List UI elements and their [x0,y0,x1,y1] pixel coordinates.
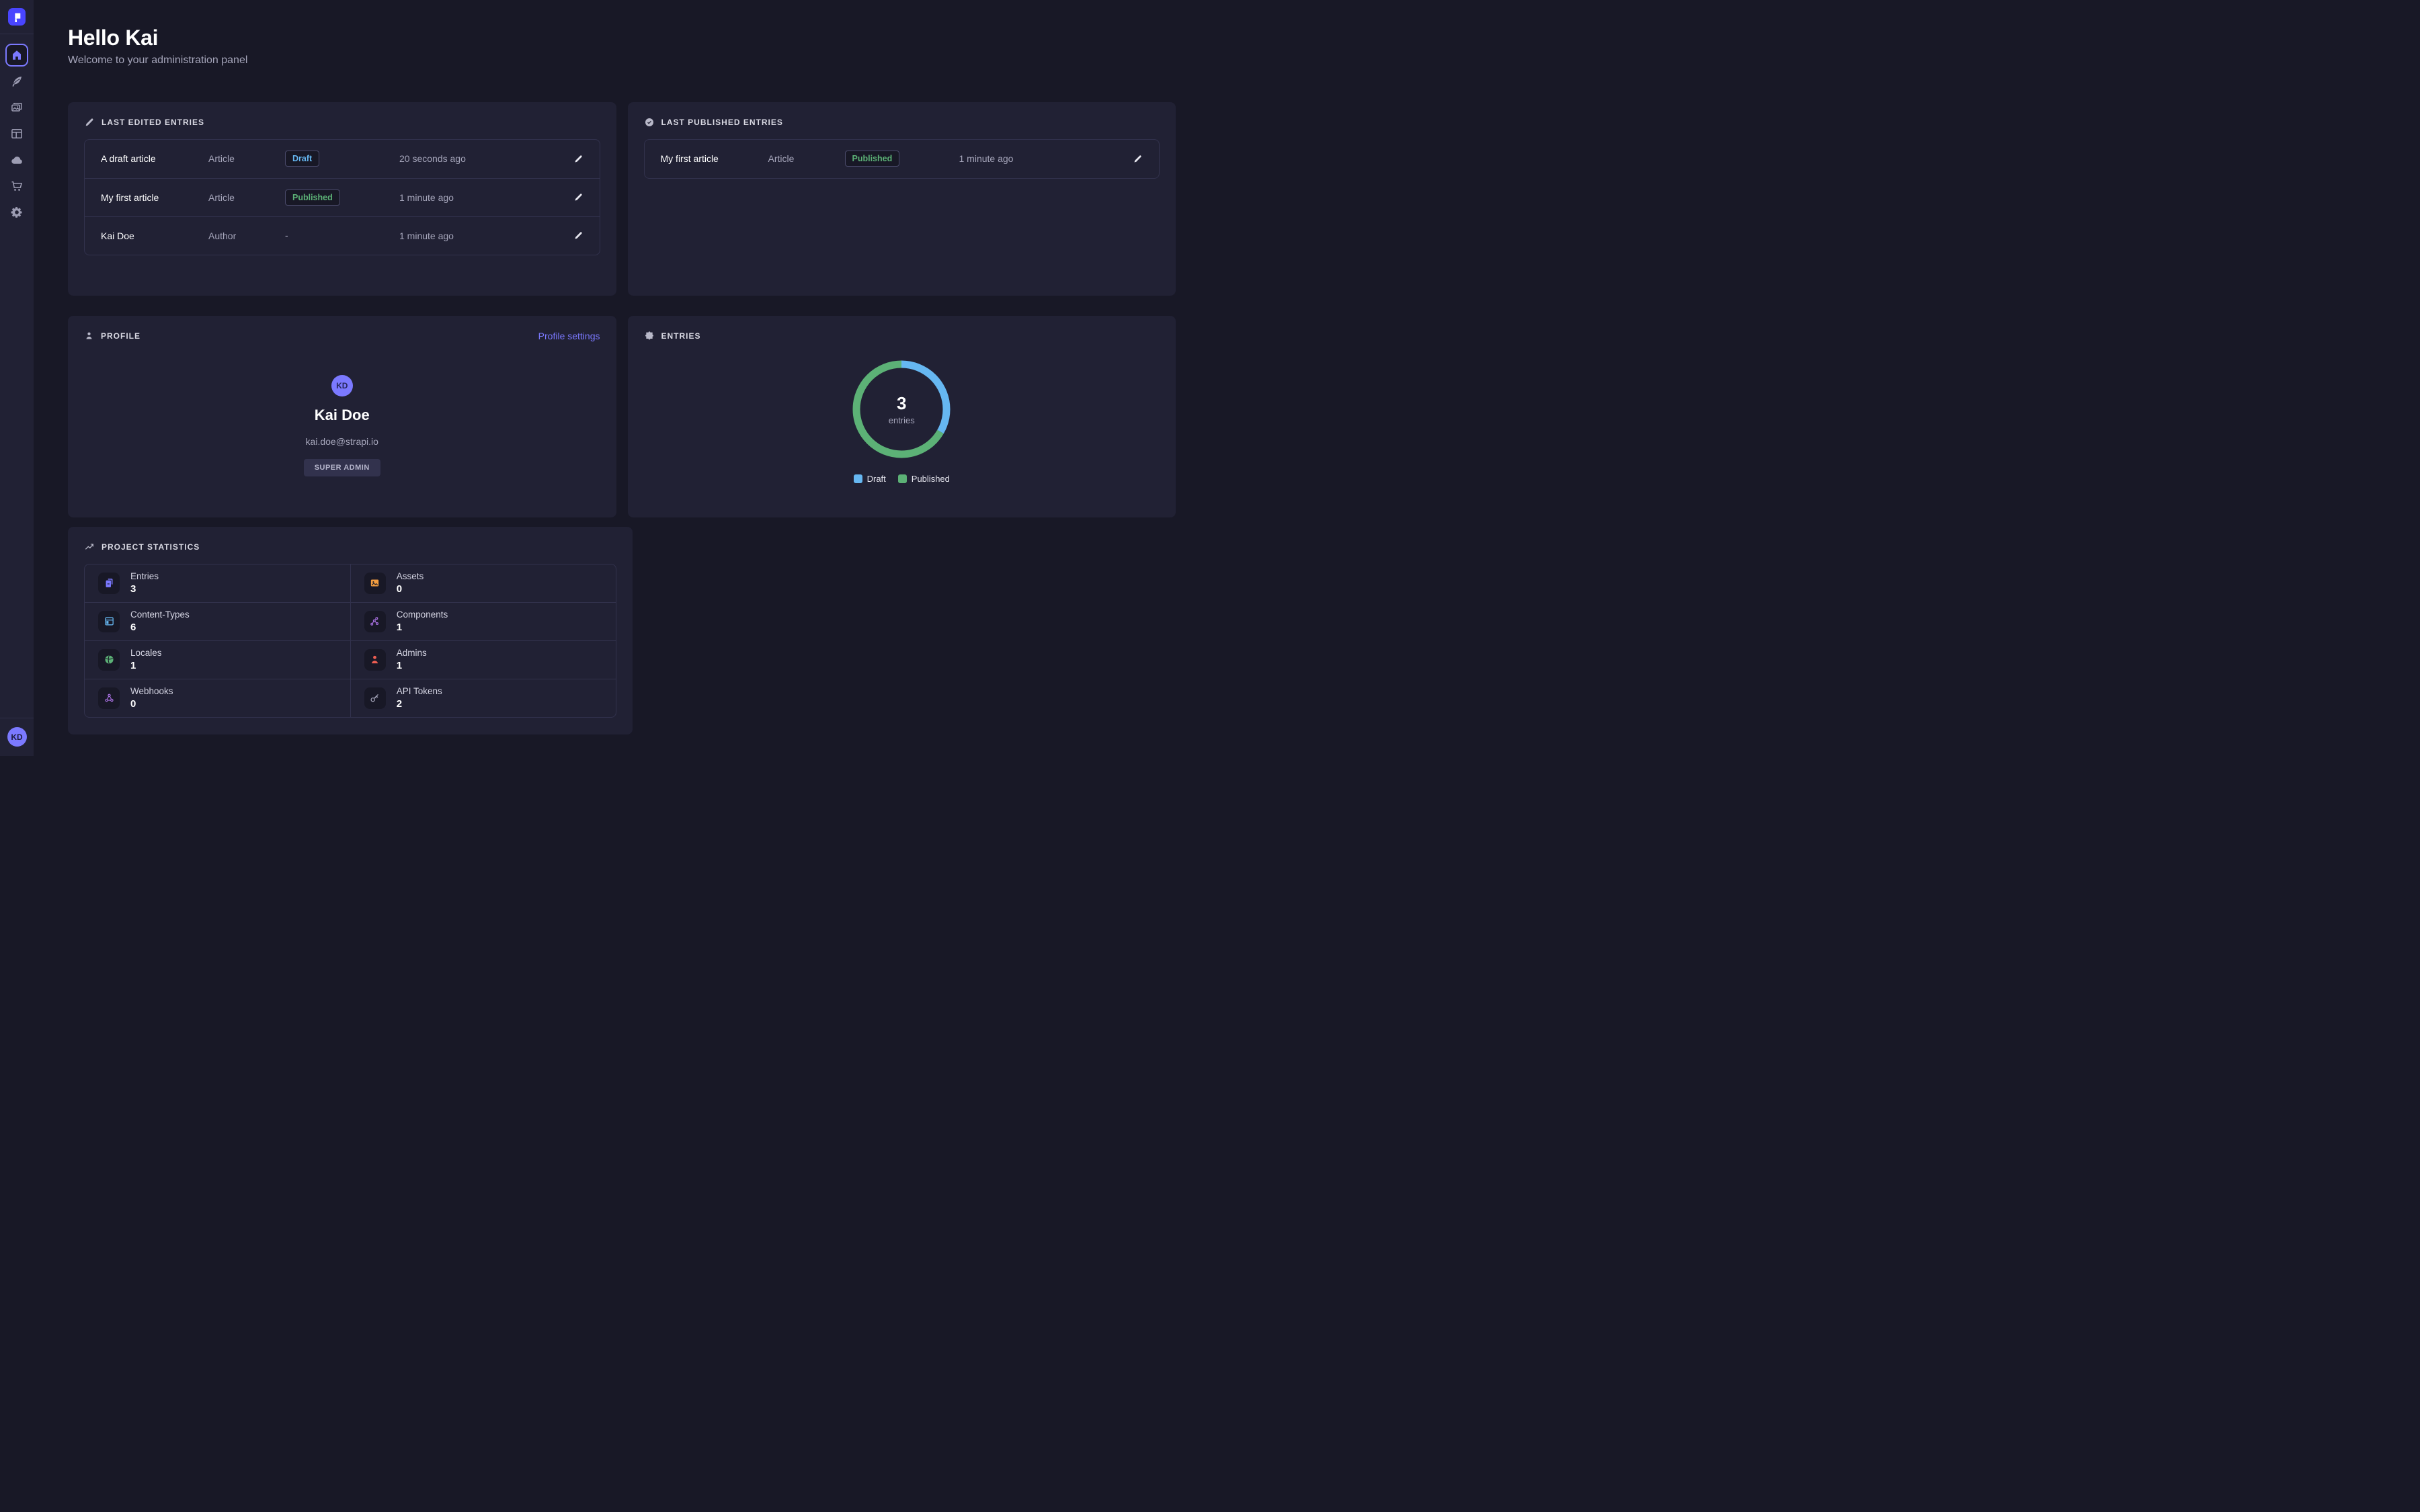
sidebar-item-content-type-builder[interactable] [5,122,28,145]
stat-components: Components 1 [350,603,616,640]
media-library-icon [10,101,24,114]
table-row[interactable]: My first article Article Published 1 min… [85,178,600,216]
trending-up-icon [84,542,95,552]
sidebar-item-home[interactable] [5,44,28,67]
stat-admins: Admins 1 [350,641,616,679]
user-icon [369,654,380,665]
content-type-builder-icon [10,127,24,140]
empty-grid-cell [644,527,1176,734]
entries-donut-chart: 3 entries [851,359,952,460]
status-badge: Draft [285,151,319,167]
profile-card: PROFILE Profile settings KD Kai Doe kai.… [68,316,616,517]
home-icon [11,49,23,61]
gear-icon [10,206,24,219]
stack-icon [104,577,115,589]
last-published-entries-card: LAST PUBLISHED ENTRIES My first article … [628,102,1176,296]
edit-entry-button[interactable] [573,192,583,202]
pencil-icon [1133,154,1143,164]
sidebar-item-deploy[interactable] [5,149,28,171]
key-icon [369,692,380,704]
sidebar-item-settings[interactable] [5,201,28,224]
last-published-table: My first article Article Published 1 min… [644,139,1160,179]
status-badge: - [285,230,288,241]
layout-icon [104,616,115,627]
profile-email: kai.doe@strapi.io [306,436,378,447]
card-title: LAST EDITED ENTRIES [102,118,204,127]
stats-grid: Entries 3 [84,564,616,718]
entry-time: 1 minute ago [399,192,541,203]
stat-locales: Locales 1 [85,641,350,679]
globe-icon [104,654,115,665]
entry-name: A draft article [101,153,208,164]
stat-webhooks: Webhooks 0 [85,679,350,717]
entry-time: 1 minute ago [399,230,541,241]
strapi-logo[interactable] [8,8,26,26]
edit-entry-button[interactable] [573,230,583,241]
nodes-icon [369,616,380,627]
edit-entry-button[interactable] [1133,154,1143,164]
entry-name: Kai Doe [101,230,208,241]
stat-assets: Assets 0 [350,564,616,602]
status-badge: Published [845,151,900,167]
chart-legend: Draft Published [854,474,950,484]
entry-name: My first article [661,153,768,164]
stat-entries: Entries 3 [85,564,350,602]
edit-entry-button[interactable] [573,154,583,164]
last-edited-table: A draft article Article Draft 20 seconds… [84,139,600,255]
cart-icon [10,179,24,193]
pencil-icon [84,117,95,128]
entry-kind: Article [208,153,285,164]
entry-time: 1 minute ago [959,153,1101,164]
card-title: LAST PUBLISHED ENTRIES [661,118,783,127]
entry-time: 20 seconds ago [399,153,541,164]
stat-api-tokens: API Tokens 2 [350,679,616,717]
entries-card: ENTRIES 3 entries [628,316,1176,517]
entry-kind: Article [768,153,845,164]
feather-icon [10,75,24,88]
card-title: ENTRIES [661,331,701,341]
entry-kind: Article [208,192,285,203]
webhook-icon [104,692,115,704]
sidebar-item-media-library[interactable] [5,96,28,119]
pencil-icon [573,230,583,241]
page-subtitle: Welcome to your administration panel [68,54,1176,67]
legend-item-draft: Draft [854,474,886,484]
table-row[interactable]: Kai Doe Author - 1 minute ago [85,216,600,255]
check-circle-icon [644,117,655,128]
picture-icon [369,577,380,589]
sidebar-item-marketplace[interactable] [5,175,28,198]
table-row[interactable]: My first article Article Published 1 min… [645,140,1160,178]
status-badge: Published [285,190,340,206]
sidebar-nav [5,44,28,224]
entries-total-label: entries [889,415,915,425]
card-title: PROJECT STATISTICS [102,542,200,552]
pencil-icon [573,192,583,202]
legend-item-published: Published [898,474,950,484]
last-edited-entries-card: LAST EDITED ENTRIES A draft article Arti… [68,102,616,296]
strapi-logo-icon [11,11,22,22]
user-avatar[interactable]: KD [7,727,27,747]
main-content: Hello Kai Welcome to your administration… [34,0,1210,734]
user-icon [84,331,94,341]
entry-name: My first article [101,192,208,203]
avatar: KD [331,375,353,396]
profile-name: Kai Doe [315,407,370,424]
published-swatch [898,474,907,483]
role-badge: SUPER ADMIN [304,459,380,476]
sidebar-item-content-manager[interactable] [5,70,28,93]
strapi-admin-dashboard: KD Hello Kai Welcome to your administrat… [0,0,1210,756]
draft-swatch [854,474,862,483]
table-row[interactable]: A draft article Article Draft 20 seconds… [85,140,600,178]
profile-settings-link[interactable]: Profile settings [538,331,600,341]
project-statistics-card: PROJECT STATISTICS [68,527,633,734]
sidebar: KD [0,0,34,756]
entries-total: 3 [897,393,906,414]
page-title: Hello Kai [68,27,1176,50]
pencil-icon [573,154,583,164]
puzzle-icon [644,331,655,341]
entry-kind: Author [208,230,285,241]
stat-content-types: Content-Types 6 [85,603,350,640]
cloud-icon [10,153,24,167]
card-title: PROFILE [101,331,140,341]
